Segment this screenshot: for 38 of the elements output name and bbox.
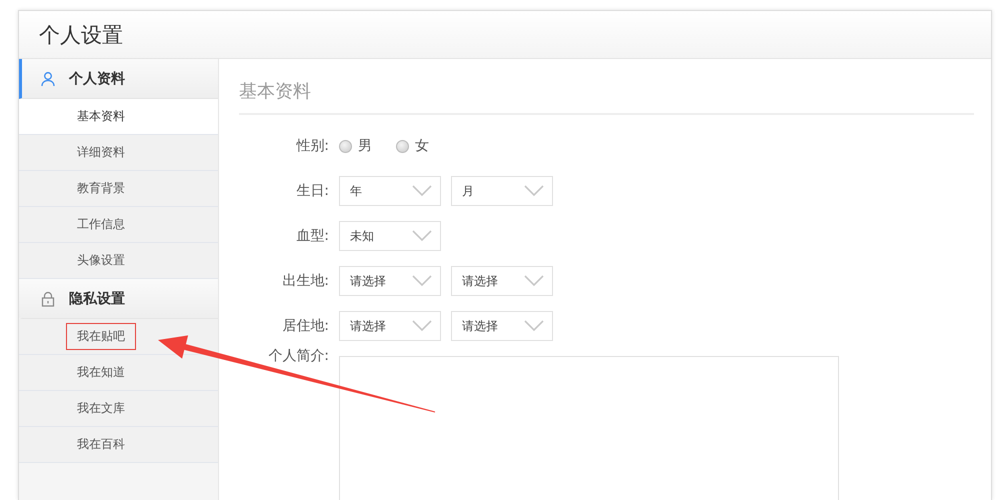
- person-icon: [40, 70, 56, 86]
- chevron-down-icon: [524, 275, 544, 287]
- dropdown[interactable]: 年: [339, 176, 441, 206]
- sidebar-item[interactable]: 我在知道: [19, 355, 218, 391]
- sidebar-item[interactable]: 头像设置: [19, 243, 218, 279]
- radio-option[interactable]: 女: [396, 131, 429, 161]
- field-label: 生日:: [295, 182, 329, 201]
- chevron-down-icon: [412, 185, 432, 197]
- chevron-down-icon: [412, 275, 432, 287]
- dropdown[interactable]: 请选择: [339, 311, 441, 341]
- lock-icon: [40, 290, 56, 306]
- field-label: 性别:: [295, 137, 329, 156]
- page-title: 个人设置: [39, 22, 123, 48]
- dropdown[interactable]: 请选择: [339, 266, 441, 296]
- dropdown[interactable]: 请选择: [451, 266, 553, 296]
- sidebar-item[interactable]: 工作信息: [19, 207, 218, 243]
- field-label: 血型:: [295, 227, 329, 246]
- chevron-down-icon: [524, 320, 544, 332]
- sidebar-group-header[interactable]: 隐私设置: [19, 279, 218, 319]
- section-heading: 基本资料: [239, 59, 974, 115]
- dropdown[interactable]: 未知: [339, 221, 441, 251]
- chevron-down-icon: [412, 230, 432, 242]
- chevron-down-icon: [412, 320, 432, 332]
- dropdown[interactable]: 请选择: [451, 311, 553, 341]
- dropdown[interactable]: 月: [451, 176, 553, 206]
- sidebar-item[interactable]: 我在贴吧: [19, 319, 218, 355]
- sidebar-item[interactable]: 详细资料: [19, 135, 218, 171]
- field-label: 出生地:: [281, 272, 329, 291]
- highlight-box: 我在贴吧: [66, 323, 136, 350]
- field-label: 个人简介:: [267, 349, 329, 363]
- sidebar-group-header[interactable]: 个人资料: [19, 59, 218, 99]
- field-label: 居住地:: [281, 317, 329, 336]
- sidebar-item[interactable]: 教育背景: [19, 171, 218, 207]
- sidebar-item[interactable]: 基本资料: [19, 99, 218, 135]
- chevron-down-icon: [524, 185, 544, 197]
- sidebar-item[interactable]: 我在文库: [19, 391, 218, 427]
- sidebar-item[interactable]: 我在百科: [19, 427, 218, 463]
- radio-option[interactable]: 男: [339, 131, 372, 161]
